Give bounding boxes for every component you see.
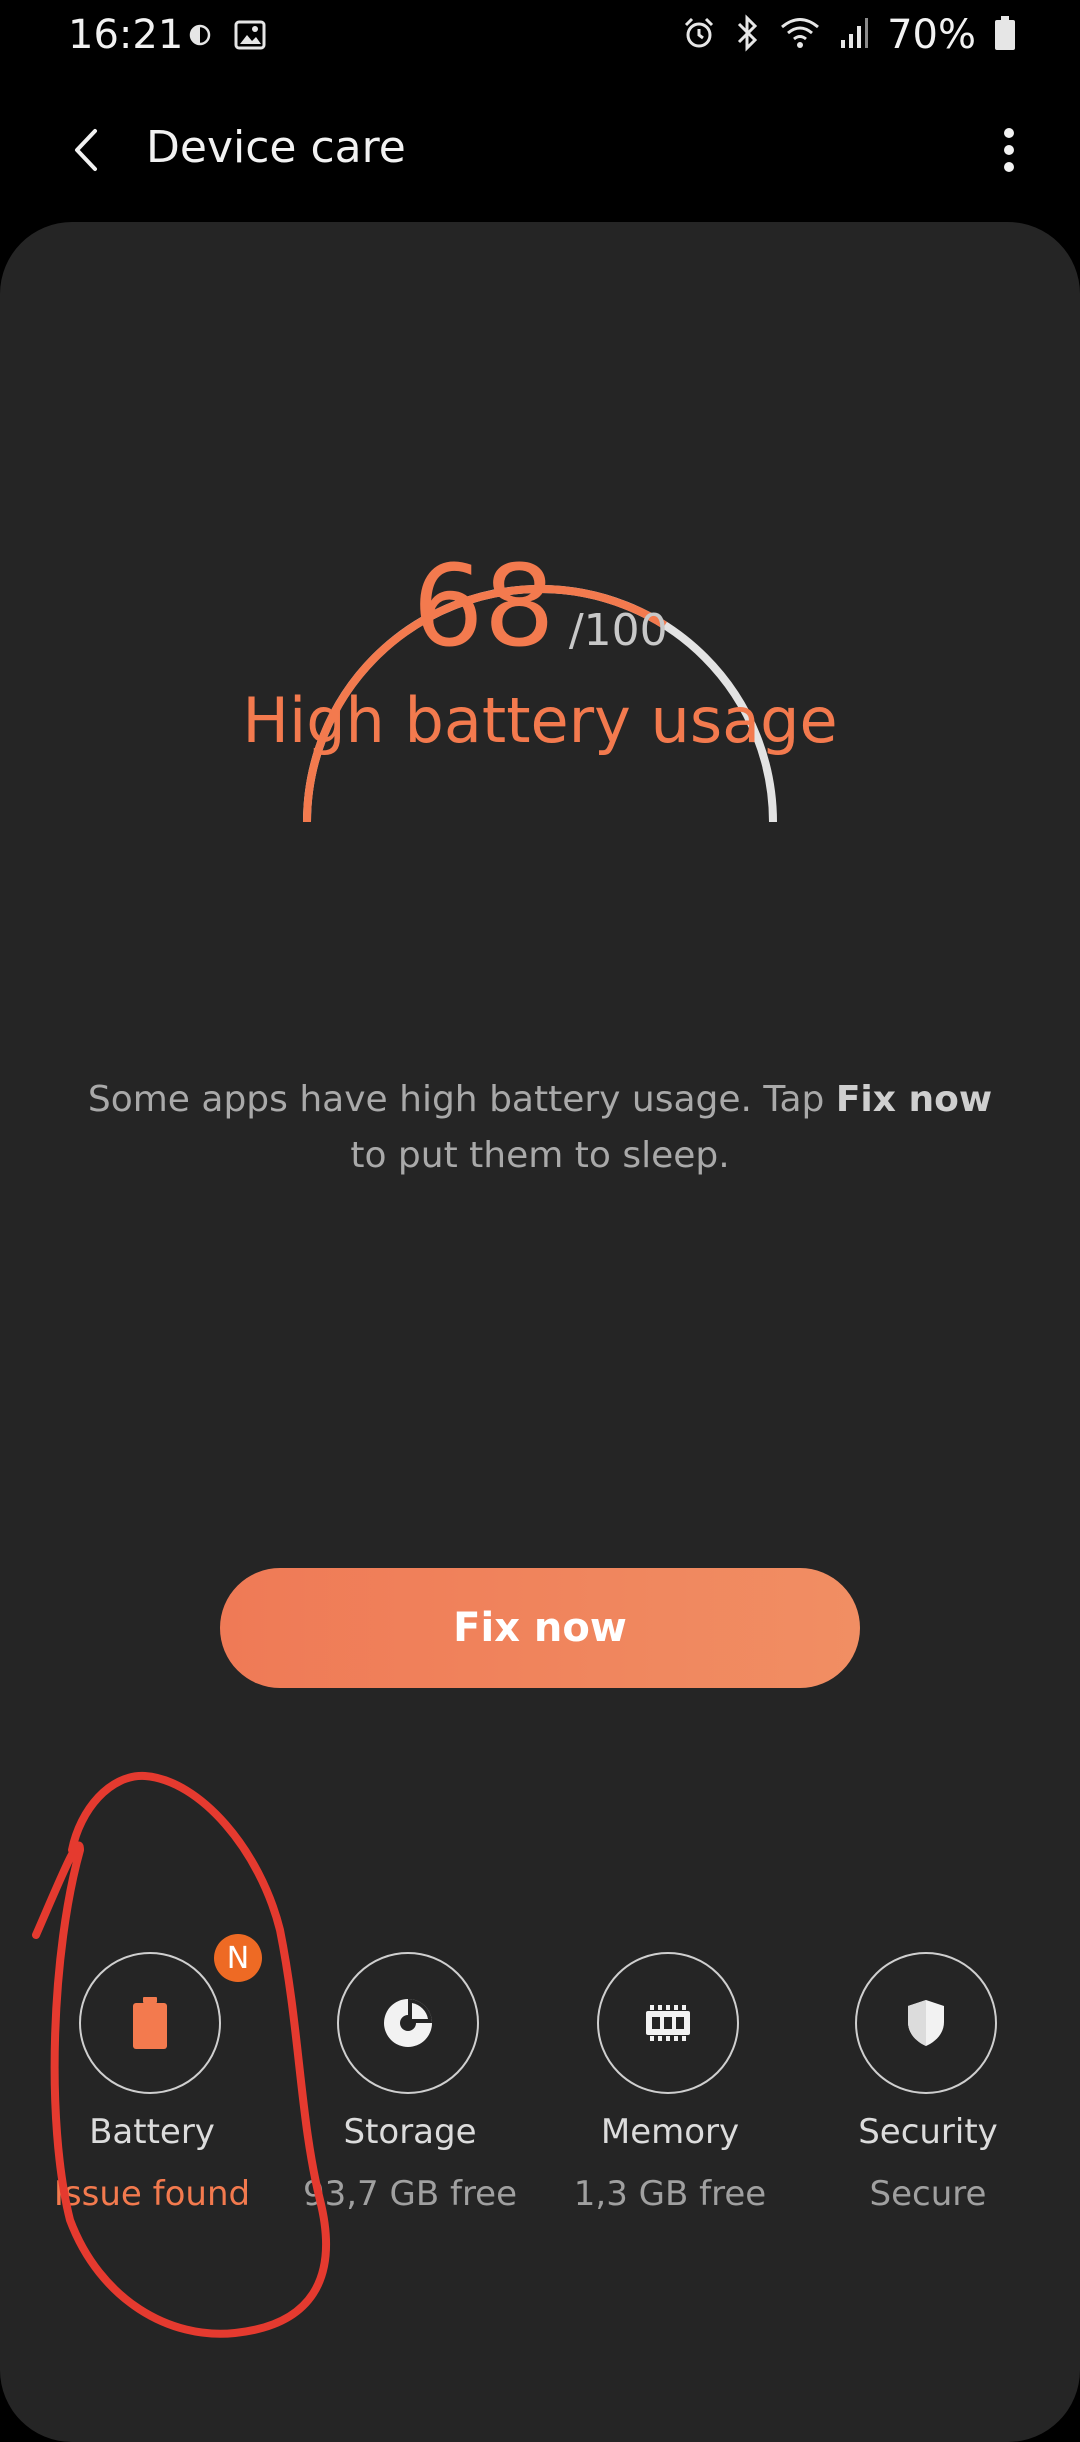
score-value: 68: [412, 542, 555, 672]
battery-percent: 70%: [887, 12, 976, 58]
category-tiles: N Battery Issue found Storage 93,7 GB fr…: [0, 1934, 1080, 2272]
battery-icon: [133, 1997, 167, 2049]
tile-security-label: Security: [858, 2112, 998, 2152]
status-right-icons: 70%: [681, 12, 1016, 58]
tile-security[interactable]: Security Secure: [798, 1952, 1058, 2272]
bluetooth-icon: [735, 14, 761, 56]
device-care-card: 68/100 High battery usage Some apps have…: [0, 222, 1080, 2442]
storage-icon: [384, 1999, 432, 2047]
tile-storage-label: Storage: [343, 2112, 477, 2152]
memory-icon: [646, 2005, 690, 2041]
message-bold: Fix now: [835, 1079, 993, 1120]
tile-storage-status: 93,7 GB free: [302, 2174, 518, 2214]
fix-message: Some apps have high battery usage. Tap F…: [70, 1072, 1010, 1184]
message-text-end: to put them to sleep.: [350, 1135, 730, 1176]
tile-battery-status: Issue found: [53, 2174, 251, 2214]
signal-icon: [839, 16, 869, 54]
tile-security-status: Secure: [869, 2174, 987, 2214]
tile-storage-icon-circle[interactable]: [337, 1952, 479, 2094]
tile-battery-label: Battery: [89, 2112, 215, 2152]
tile-memory[interactable]: Memory 1,3 GB free: [540, 1952, 800, 2272]
tile-memory-status: 1,3 GB free: [573, 2174, 767, 2214]
tile-security-icon-circle[interactable]: [855, 1952, 997, 2094]
more-options-button[interactable]: [982, 118, 1036, 182]
wifi-icon: [779, 16, 821, 54]
score-display: 68/100: [0, 542, 1080, 672]
battery-icon: [994, 15, 1016, 55]
more-vertical-icon: [1004, 128, 1014, 172]
status-time: 16:21: [68, 12, 184, 58]
tile-battery[interactable]: N Battery Issue found: [22, 1934, 282, 2272]
back-button[interactable]: [56, 120, 116, 180]
new-badge: N: [214, 1934, 262, 1982]
data-saver-icon: [188, 23, 212, 51]
tile-memory-label: Memory: [600, 2112, 740, 2152]
back-arrow-icon: [75, 129, 97, 171]
page-title: Device care: [146, 122, 406, 173]
image-icon: [234, 20, 266, 54]
shield-icon: [908, 2000, 944, 2046]
message-text: Some apps have high battery usage. Tap: [87, 1079, 836, 1120]
tile-storage[interactable]: Storage 93,7 GB free: [280, 1952, 540, 2272]
tile-memory-icon-circle[interactable]: [597, 1952, 739, 2094]
app-bar: Device care: [0, 100, 1080, 200]
score-total: /100: [568, 605, 668, 656]
score-status: High battery usage: [242, 684, 838, 757]
status-bar: 16:21 70%: [0, 0, 1080, 80]
alarm-icon: [681, 15, 717, 55]
fix-now-button[interactable]: Fix now: [220, 1568, 860, 1688]
status-left-icons: [188, 20, 266, 54]
tile-battery-icon-circle[interactable]: [79, 1952, 221, 2094]
